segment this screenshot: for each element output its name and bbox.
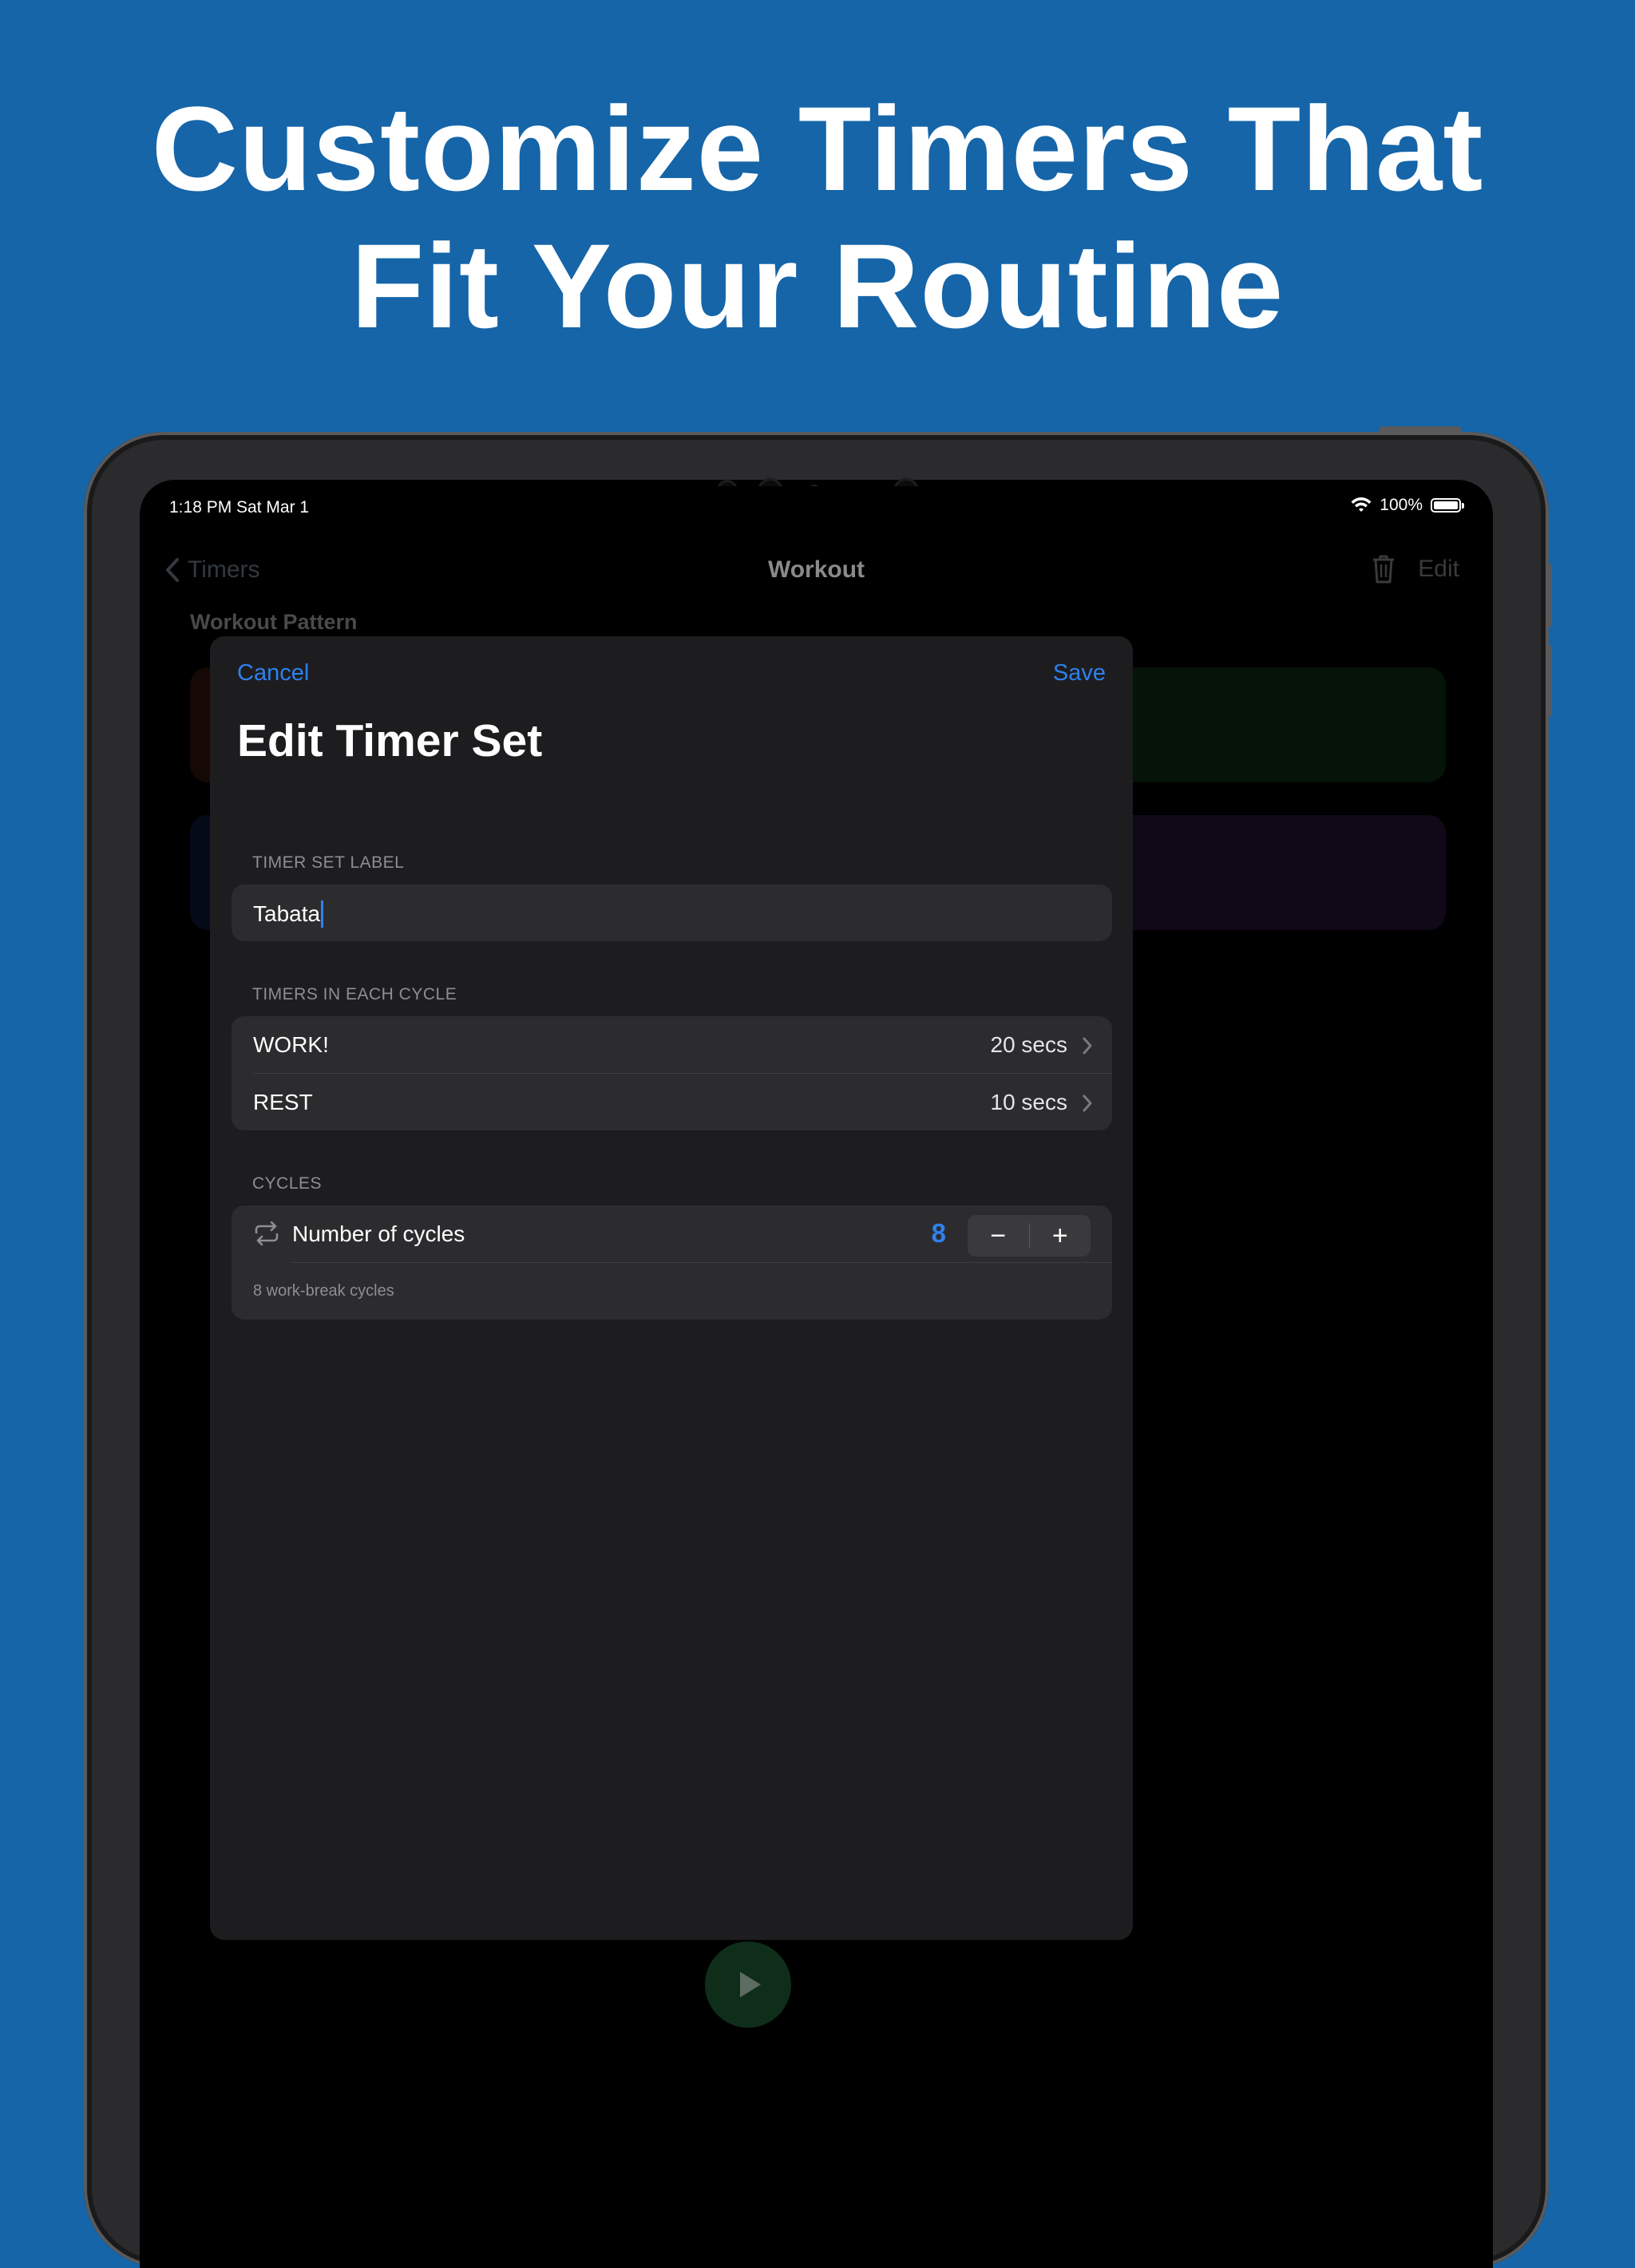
cycles-value: 8 bbox=[931, 1218, 946, 1248]
headline: Customize Timers That Fit Your Routine bbox=[0, 80, 1635, 354]
nav-title: Workout bbox=[767, 556, 865, 583]
chevron-right-icon bbox=[1083, 1094, 1092, 1112]
timer-name: REST bbox=[253, 1090, 313, 1114]
row-divider bbox=[292, 1262, 1112, 1263]
cycles-header: CYCLES bbox=[252, 1174, 323, 1193]
cycles-label: Number of cycles bbox=[292, 1221, 465, 1246]
headline-line-2: Fit Your Routine bbox=[350, 219, 1285, 353]
timer-set-label-field[interactable]: Tabata bbox=[232, 885, 1112, 941]
chevron-right-icon bbox=[1083, 1037, 1092, 1055]
timer-set-label-input[interactable]: Tabata bbox=[253, 900, 324, 928]
background-nav-bar: Timers Workout Edit bbox=[148, 534, 1485, 598]
edit-button[interactable]: Edit bbox=[1418, 556, 1459, 583]
cycles-footnote: 8 work-break cycles bbox=[253, 1282, 394, 1300]
status-time-date: 1:18 PM Sat Mar 1 bbox=[169, 498, 310, 517]
timers-in-cycle-header: TIMERS IN EACH CYCLE bbox=[252, 985, 457, 1003]
increment-button[interactable]: + bbox=[1030, 1215, 1091, 1257]
modal-title: Edit Timer Set bbox=[237, 715, 543, 766]
decrement-button[interactable]: − bbox=[968, 1215, 1029, 1257]
trash-icon[interactable] bbox=[1372, 554, 1395, 584]
wifi-icon bbox=[1351, 497, 1372, 512]
cycles-card: Number of cycles 8 − + 8 work-break cycl… bbox=[232, 1205, 1112, 1320]
cancel-button[interactable]: Cancel bbox=[237, 660, 309, 687]
headline-line-1: Customize Timers That bbox=[151, 81, 1484, 216]
nav-actions: Edit bbox=[1372, 554, 1459, 584]
timer-set-label-header: TIMER SET LABEL bbox=[252, 853, 405, 872]
repeat-icon bbox=[255, 1221, 279, 1245]
text-cursor bbox=[321, 900, 324, 928]
timer-row-rest[interactable]: REST 10 secs bbox=[232, 1074, 1112, 1131]
timer-duration: 20 secs bbox=[990, 1032, 1068, 1057]
timers-list: WORK! 20 secs REST 10 secs bbox=[232, 1016, 1112, 1130]
edit-timer-set-modal: Cancel Save Edit Timer Set TIMER SET LAB… bbox=[210, 636, 1133, 1940]
battery-icon bbox=[1431, 498, 1464, 513]
play-icon bbox=[740, 1972, 761, 1997]
timer-name: WORK! bbox=[253, 1032, 329, 1057]
play-button[interactable] bbox=[705, 1941, 791, 2028]
cycles-stepper: − + bbox=[968, 1215, 1091, 1257]
save-button[interactable]: Save bbox=[1053, 660, 1106, 687]
timer-duration: 10 secs bbox=[990, 1090, 1068, 1114]
status-bar: 1:18 PM Sat Mar 1 100% bbox=[148, 486, 1485, 526]
timer-set-label-value: Tabata bbox=[253, 901, 321, 926]
status-right: 100% bbox=[1351, 496, 1464, 515]
background-section-label: Workout Pattern bbox=[190, 610, 358, 634]
timer-row-work[interactable]: WORK! 20 secs bbox=[232, 1016, 1112, 1074]
battery-percent: 100% bbox=[1380, 496, 1423, 514]
